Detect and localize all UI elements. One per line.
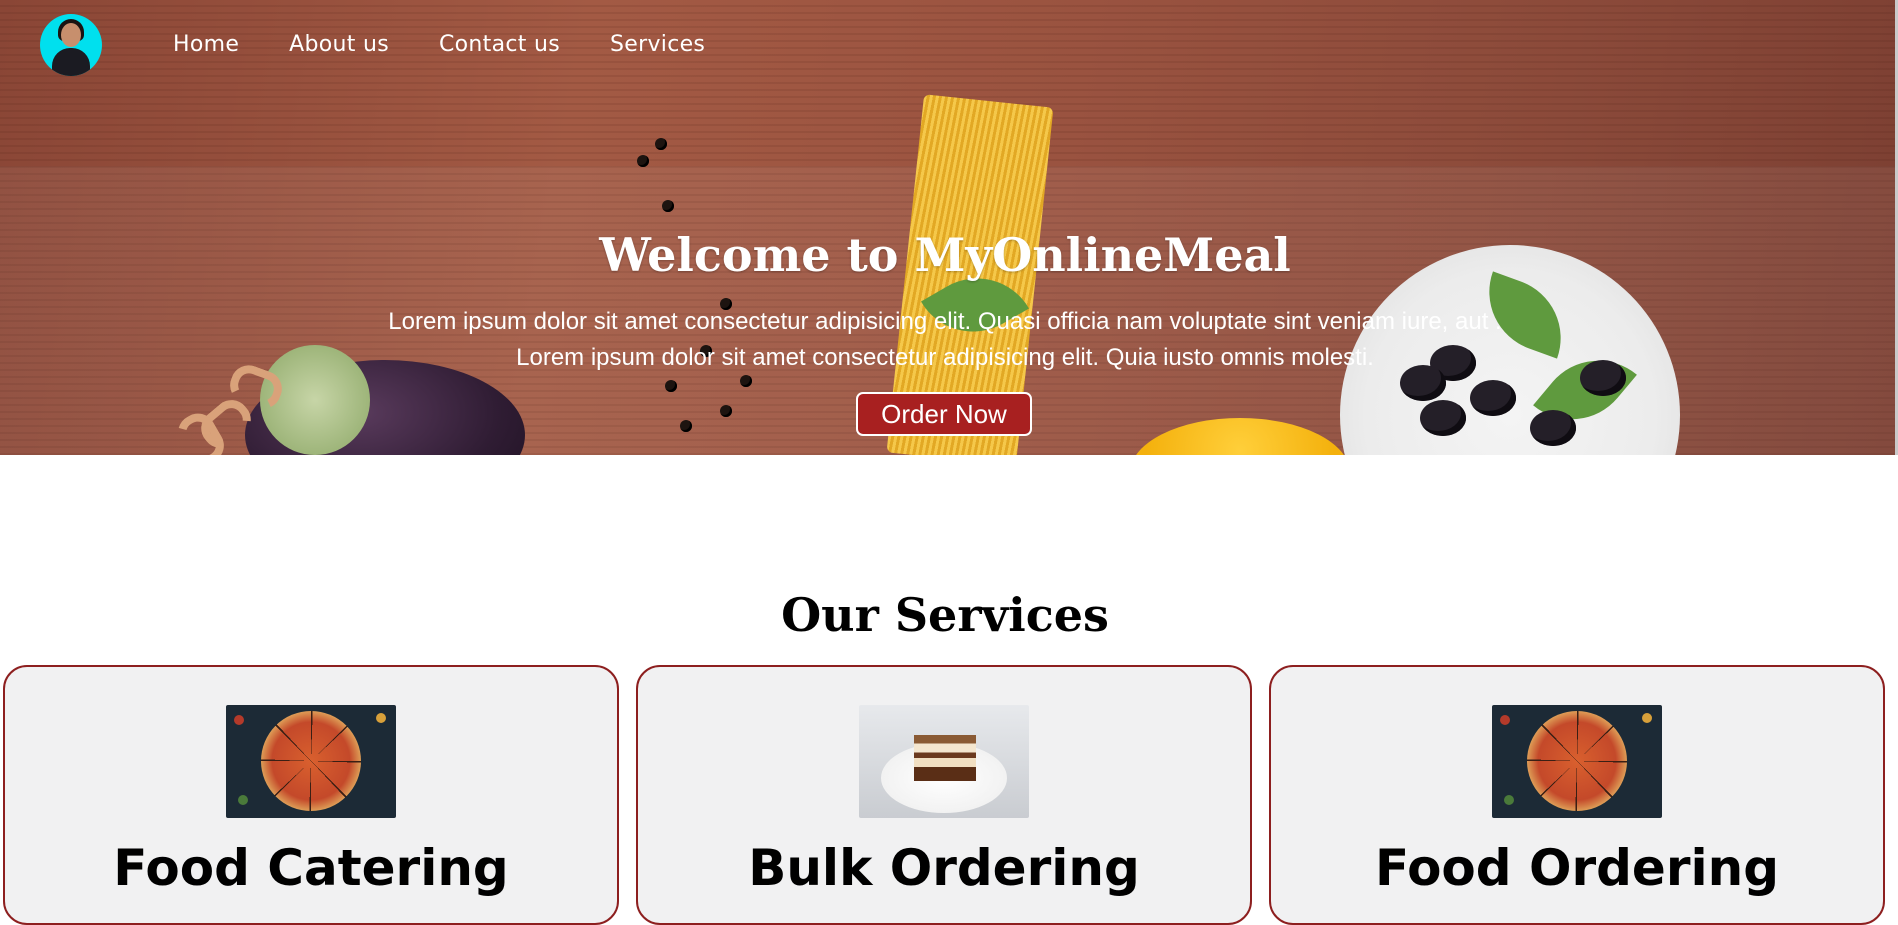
pizza-image xyxy=(1492,705,1662,818)
peppercorn-decoration xyxy=(680,420,692,432)
olive-decoration xyxy=(1470,380,1516,416)
service-card-title: Food Catering xyxy=(113,839,509,897)
peppercorn-decoration xyxy=(637,155,649,167)
hero-description: Lorem ipsum dolor sit amet consectetur a… xyxy=(0,304,1890,376)
main-nav: Home About us Contact us Services xyxy=(173,32,755,57)
cake-image xyxy=(859,705,1029,818)
order-now-button[interactable]: Order Now xyxy=(856,392,1032,436)
lemon-decoration xyxy=(1130,418,1350,455)
peppercorn-decoration xyxy=(662,200,674,212)
peppercorn-decoration xyxy=(665,380,677,392)
hero-section: Home About us Contact us Services Welcom… xyxy=(0,0,1895,455)
olive-decoration xyxy=(1420,400,1466,436)
service-card-title: Food Ordering xyxy=(1374,839,1780,897)
hero-title: Welcome to MyOnlineMeal xyxy=(599,228,1291,282)
hero-description-line: Lorem ipsum dolor sit amet consectetur a… xyxy=(516,344,1374,371)
service-card-food-catering[interactable]: Food Catering xyxy=(3,665,619,925)
peppercorn-decoration xyxy=(655,138,667,150)
service-card-title: Bulk Ordering xyxy=(748,839,1140,897)
nav-home-link[interactable]: Home xyxy=(173,32,239,57)
peppercorn-decoration xyxy=(740,375,752,387)
peppercorn-decoration xyxy=(720,405,732,417)
service-card-bulk-ordering[interactable]: Bulk Ordering xyxy=(636,665,1252,925)
nav-contact-link[interactable]: Contact us xyxy=(439,32,560,57)
services-title: Our Services xyxy=(781,588,1109,642)
hero-description-line: Lorem ipsum dolor sit amet consectetur a… xyxy=(388,308,1502,335)
profile-avatar[interactable] xyxy=(40,14,102,76)
olive-decoration xyxy=(1530,410,1576,446)
nav-services-link[interactable]: Services xyxy=(610,32,705,57)
pizza-image xyxy=(226,705,396,818)
nav-about-link[interactable]: About us xyxy=(289,32,389,57)
service-card-food-ordering[interactable]: Food Ordering xyxy=(1269,665,1885,925)
